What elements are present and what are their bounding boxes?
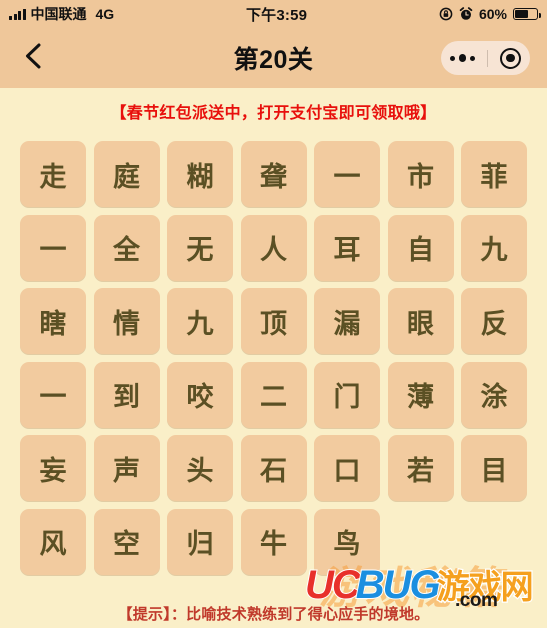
character-tile[interactable]: 市 (387, 141, 454, 207)
character-tile[interactable]: 若 (387, 435, 454, 501)
character-tile[interactable]: 咬 (167, 361, 233, 428)
character-tile[interactable]: 九 (167, 288, 233, 354)
character-tile[interactable]: 鸟 (314, 508, 380, 575)
hint-text: 【提示】：比喻技术熟练到了得心应手的境地。 (117, 606, 430, 623)
character-tile[interactable]: 空 (93, 508, 160, 575)
character-tile[interactable]: 头 (167, 435, 233, 501)
character-tile[interactable]: 薄 (387, 361, 454, 428)
character-tile[interactable]: 归 (167, 508, 233, 575)
status-bar-right: 60% (439, 6, 542, 22)
character-tile[interactable]: 妄 (20, 435, 86, 501)
signal-bars-icon (9, 8, 26, 20)
battery-percent-label: 60% (478, 6, 507, 22)
character-tile[interactable]: 菲 (461, 141, 527, 207)
capsule-divider (486, 49, 488, 67)
grid-row: 一 到 咬 二 门 薄 涂 (20, 361, 530, 428)
character-tile[interactable]: 瞎 (20, 288, 86, 354)
grid-row: 瞎 情 九 顶 漏 眼 反 (20, 288, 530, 354)
character-tile[interactable]: 走 (20, 141, 86, 207)
character-tile[interactable]: 九 (461, 214, 527, 281)
carrier-label: 中国联通 (30, 6, 87, 22)
status-bar: 中国联通 4G 下午3:59 60% (0, 0, 547, 28)
grid-row: 妄 声 头 石 口 若 目 (20, 435, 530, 501)
character-tile[interactable]: 漏 (314, 288, 380, 354)
promo-banner[interactable]: 【春节红包派送中，打开支付宝即可领取哦】 (0, 88, 547, 134)
nav-bar: 第20关 (0, 28, 547, 88)
character-tile[interactable]: 眼 (387, 288, 454, 354)
character-tile[interactable]: 人 (240, 214, 307, 281)
character-tile[interactable]: 自 (387, 214, 454, 281)
character-tile[interactable]: 全 (93, 214, 160, 281)
character-tile[interactable]: 声 (93, 435, 160, 501)
character-tile[interactable]: 目 (461, 435, 527, 501)
miniprogram-capsule[interactable] (441, 41, 530, 75)
character-tile[interactable]: 一 (20, 361, 86, 428)
grid-row: 走 庭 糊 聋 一 市 菲 (20, 141, 530, 207)
status-bar-clock: 下午3:59 (245, 6, 308, 24)
grid-row: 一 全 无 人 耳 自 九 (20, 214, 530, 281)
more-dots-icon[interactable] (447, 54, 475, 62)
app-root: 中国联通 4G 下午3:59 60% 第20关 【春节红包派送中，打开支付宝即可… (0, 0, 547, 628)
character-tile[interactable]: 反 (461, 288, 527, 354)
character-tile[interactable]: 口 (314, 435, 380, 501)
chevron-left-icon (23, 42, 43, 75)
rotation-lock-icon (439, 7, 453, 21)
character-tile[interactable]: 一 (314, 141, 380, 207)
character-tile[interactable]: 糊 (167, 141, 233, 207)
promo-banner-text: 【春节红包派送中，打开支付宝即可领取哦】 (110, 105, 437, 122)
character-tile[interactable]: 一 (20, 214, 86, 281)
character-tile[interactable]: 顶 (240, 288, 307, 354)
target-circle-icon[interactable] (499, 47, 521, 69)
character-tile[interactable]: 门 (314, 361, 380, 428)
alarm-clock-icon (459, 7, 473, 21)
back-button[interactable] (18, 43, 48, 73)
character-tile[interactable]: 牛 (240, 508, 307, 575)
character-tile[interactable]: 风 (20, 508, 86, 575)
character-tile[interactable]: 聋 (240, 141, 307, 207)
character-tile[interactable]: 到 (93, 361, 160, 428)
character-grid: 走 庭 糊 聋 一 市 菲 一 全 无 人 耳 自 九 瞎 情 九 顶 漏 眼 … (20, 141, 530, 582)
network-type-label: 4G (95, 6, 115, 22)
character-tile[interactable]: 耳 (314, 214, 380, 281)
battery-icon (513, 8, 542, 20)
character-tile[interactable]: 情 (93, 288, 160, 354)
character-tile[interactable]: 无 (167, 214, 233, 281)
character-tile[interactable]: 二 (240, 361, 307, 428)
status-bar-left: 中国联通 4G (9, 4, 114, 24)
character-tile[interactable]: 石 (240, 435, 307, 501)
character-tile[interactable]: 庭 (93, 141, 160, 207)
grid-row: 风 空 归 牛 鸟 (20, 508, 530, 575)
character-tile[interactable]: 涂 (461, 361, 527, 428)
